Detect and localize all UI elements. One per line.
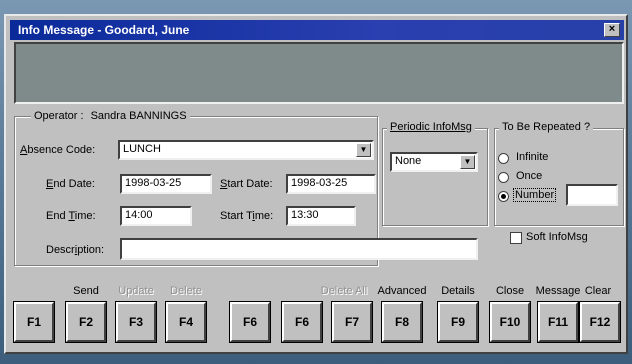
info-message-window: Info Message - Goodard, June × Operator … (4, 14, 628, 354)
start-date-label: Start Date: (220, 178, 273, 190)
start-time-field[interactable]: 13:30 (286, 206, 356, 226)
f9-details-button[interactable]: F9 (438, 302, 478, 342)
operator-name: Sandra BANNINGS (90, 110, 187, 122)
f2-send-button[interactable]: F2 (66, 302, 106, 342)
chevron-down-icon[interactable]: ▼ (460, 155, 475, 169)
message-display-area (14, 42, 624, 104)
f11-message-button[interactable]: F11 (538, 302, 578, 342)
repeat-once-radio[interactable] (498, 172, 509, 183)
repeat-once-label[interactable]: Once (516, 170, 542, 182)
fkey-label-f7: Delete All (320, 285, 368, 297)
repeat-infinite-label[interactable]: Infinite (516, 151, 548, 163)
periodic-infomsg-group: Periodic InfoMsg (382, 121, 488, 226)
operator-label: Operator : (34, 110, 84, 122)
f6-button[interactable]: F6 (230, 302, 270, 342)
periodic-infomsg-value: None (395, 155, 422, 167)
f12-clear-button[interactable]: F12 (580, 302, 620, 342)
f3-update-button[interactable]: F3 (116, 302, 156, 342)
absence-code-label: Absence Code: (20, 144, 96, 156)
repeat-number-radio[interactable] (498, 191, 509, 202)
soft-infomsg-label[interactable]: Soft InfoMsg (526, 231, 588, 243)
periodic-infomsg-label: Periodic InfoMsg (390, 121, 472, 133)
absence-code-select[interactable]: LUNCH ▼ (118, 140, 374, 160)
description-label: Description: (46, 244, 105, 256)
title-bar[interactable]: Info Message - Goodard, June × (10, 20, 624, 40)
fkey-label-f12: Clear (584, 285, 612, 297)
description-field[interactable] (120, 238, 478, 260)
to-be-repeated-label: To Be Repeated ? (502, 121, 591, 133)
fkey-label-f8: Advanced (377, 285, 427, 297)
end-time-field[interactable]: 14:00 (120, 206, 192, 226)
close-icon[interactable]: × (604, 23, 620, 37)
chevron-down-icon[interactable]: ▼ (356, 143, 371, 157)
start-time-label: Start Time: (220, 210, 274, 222)
start-date-field[interactable]: 1998-03-25 (286, 174, 376, 194)
window-title: Info Message - Goodard, June (18, 23, 190, 37)
end-time-label: End Time: (46, 210, 96, 222)
absence-code-value: LUNCH (123, 143, 161, 155)
repeat-number-label[interactable]: Number (512, 188, 557, 202)
end-date-label: End Date: (46, 178, 95, 190)
fkey-label-f9: Details (441, 285, 475, 297)
f7-delete-all-button[interactable]: F7 (332, 302, 372, 342)
fkey-label-f4: Delete (170, 285, 202, 297)
f1-button[interactable]: F1 (14, 302, 54, 342)
repeat-infinite-radio[interactable] (498, 153, 509, 164)
f10-close-button[interactable]: F10 (490, 302, 530, 342)
soft-infomsg-checkbox[interactable] (510, 232, 522, 244)
f8-advanced-button[interactable]: F8 (382, 302, 422, 342)
to-be-repeated-group: To Be Repeated ? (494, 121, 624, 226)
repeat-number-field[interactable] (566, 184, 618, 206)
f4-delete-button[interactable]: F4 (166, 302, 206, 342)
function-key-bar: F1 Send F2 Update F3 Delete F4 F6 F6 Del… (10, 282, 624, 354)
f6-button-2[interactable]: F6 (282, 302, 322, 342)
end-date-field[interactable]: 1998-03-25 (120, 174, 212, 194)
operator-legend: Operator : Sandra BANNINGS (31, 110, 190, 122)
periodic-infomsg-select[interactable]: None ▼ (390, 152, 478, 172)
